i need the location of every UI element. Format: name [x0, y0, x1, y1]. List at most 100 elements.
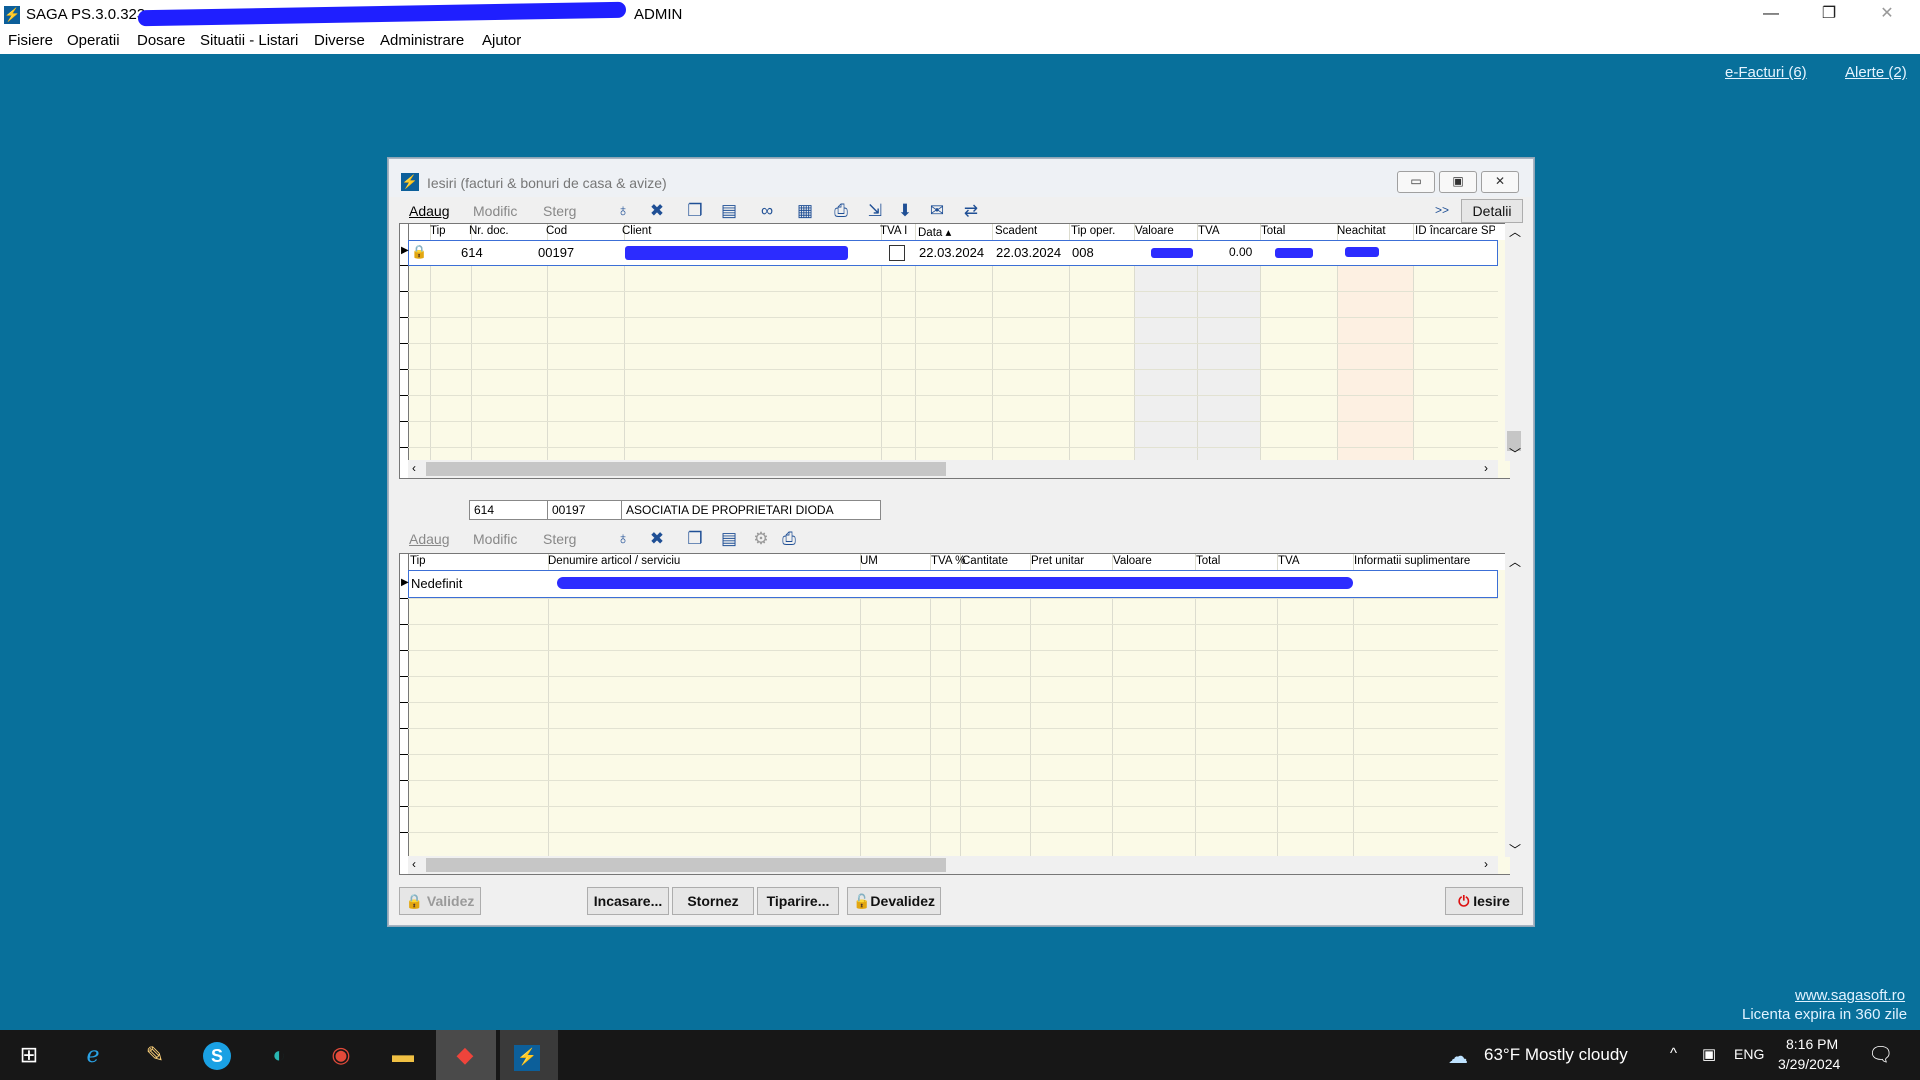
col-neachitat[interactable]: Neachitat: [1337, 225, 1386, 237]
col-client[interactable]: Client: [622, 225, 651, 237]
meet-icon[interactable]: ▣: [1702, 1045, 1716, 1063]
clock-date[interactable]: 3/29/2024: [1778, 1056, 1840, 1072]
restore-button[interactable]: ❐: [1800, 0, 1858, 30]
menu-diverse[interactable]: Diverse: [314, 32, 365, 49]
table-row[interactable]: ▶ Nedefinit: [401, 570, 1498, 598]
col2-tip[interactable]: Tip: [410, 555, 426, 567]
explorer-icon[interactable]: ▬: [384, 1036, 422, 1074]
tiparire-button[interactable]: Tiparire...: [757, 887, 839, 915]
more-button[interactable]: >>: [1435, 203, 1449, 217]
notification-icon[interactable]: 🗨: [1868, 1042, 1893, 1067]
menu-dosare[interactable]: Dosare: [137, 32, 185, 49]
col-valoare[interactable]: Valoare: [1135, 225, 1174, 237]
col2-cantitate[interactable]: Cantitate: [962, 555, 1008, 567]
dialog-maximize-button[interactable]: ▣: [1439, 171, 1477, 193]
adaug-button[interactable]: Adaug: [409, 203, 449, 219]
col-cod[interactable]: Cod: [546, 225, 567, 237]
dialog-close-button[interactable]: ✕: [1481, 171, 1519, 193]
download-icon[interactable]: ⬇: [895, 201, 915, 221]
menu-ajutor[interactable]: Ajutor: [482, 32, 521, 49]
find-icon[interactable]: ♁: [613, 201, 633, 221]
col-tva-i[interactable]: TVA I: [880, 225, 907, 237]
dialog-minimize-button[interactable]: ▭: [1397, 171, 1435, 193]
find-icon[interactable]: ♁: [613, 529, 633, 549]
col2-tva-pct[interactable]: TVA %: [931, 555, 965, 567]
sterg-button[interactable]: Sterg: [543, 203, 576, 219]
horizontal-scrollbar[interactable]: ‹ ›: [408, 460, 1498, 478]
language-indicator[interactable]: ENG: [1734, 1046, 1764, 1062]
detalii-button[interactable]: Detalii: [1461, 199, 1523, 223]
print-icon[interactable]: ⎙: [779, 529, 799, 549]
export-icon[interactable]: ⇲: [865, 201, 885, 221]
col2-denumire[interactable]: Denumire articol / serviciu: [548, 555, 680, 567]
validez-button[interactable]: 🔒 Validez: [399, 887, 481, 915]
modific-line-button[interactable]: Modific: [473, 531, 517, 547]
paste-icon[interactable]: ▤: [719, 201, 739, 221]
devalidez-button[interactable]: 🔓Devalidez: [847, 887, 941, 915]
start-icon[interactable]: ⊞: [10, 1036, 48, 1074]
stornez-button[interactable]: Stornez: [672, 887, 754, 915]
col-nr-doc[interactable]: Nr. doc.: [469, 225, 509, 237]
col2-info[interactable]: Informatii suplimentare: [1354, 555, 1470, 567]
formula-icon[interactable]: ⚙: [751, 529, 771, 549]
minimize-button[interactable]: —: [1742, 0, 1800, 30]
alerte-link[interactable]: Alerte (2): [1845, 64, 1907, 81]
col-data[interactable]: Data ▴: [918, 225, 951, 239]
vertical-scrollbar[interactable]: ︿ ﹀: [1505, 223, 1523, 461]
tva-i-checkbox[interactable]: [889, 245, 905, 261]
col2-valoare[interactable]: Valoare: [1113, 555, 1152, 567]
scrollbar-thumb[interactable]: [426, 462, 946, 476]
detail-cod: 00197: [547, 500, 623, 520]
clock-time[interactable]: 8:16 PM: [1786, 1036, 1838, 1052]
col-id-spv[interactable]: ID încarcare SPV: [1415, 225, 1495, 237]
col2-um[interactable]: UM: [860, 555, 878, 567]
edge-icon[interactable]: ◐: [260, 1036, 298, 1074]
adaug-line-button[interactable]: Adaug: [409, 531, 449, 547]
col-scadent[interactable]: Scadent: [995, 225, 1037, 237]
excel-icon[interactable]: ✖: [647, 529, 667, 549]
anydesk-icon[interactable]: ◆: [446, 1036, 484, 1074]
menu-fisiere[interactable]: Fisiere: [8, 32, 53, 49]
incasare-button[interactable]: Incasare...: [587, 887, 669, 915]
iesire-button[interactable]: ⏻ Iesire: [1445, 887, 1523, 915]
col2-total[interactable]: Total: [1196, 555, 1220, 567]
devalidez-label: Devalidez: [870, 893, 936, 909]
sterg-line-button[interactable]: Sterg: [543, 531, 576, 547]
saga-app-icon: ⚡: [4, 6, 21, 24]
print-icon[interactable]: ⎙: [831, 201, 851, 221]
chrome-icon[interactable]: ◉: [322, 1036, 360, 1074]
documents-grid: Tip Nr. doc. Cod Client TVA I Data ▴ Sca…: [399, 223, 1510, 479]
paste-icon[interactable]: ▤: [719, 529, 739, 549]
copy-icon[interactable]: ❐: [685, 201, 705, 221]
chevron-up-icon[interactable]: ^: [1670, 1045, 1677, 1062]
col-tip-oper[interactable]: Tip oper.: [1071, 225, 1115, 237]
weather-text[interactable]: 63°F Mostly cloudy: [1484, 1045, 1628, 1065]
col-tva[interactable]: TVA: [1198, 225, 1220, 237]
col-total[interactable]: Total: [1261, 225, 1285, 237]
sagasoft-link[interactable]: www.sagasoft.ro: [1795, 987, 1905, 1004]
copy-icon[interactable]: ❐: [685, 529, 705, 549]
table-row[interactable]: ▶ 🔒 614 00197 22.03.2024 22.03.2024 008 …: [401, 240, 1498, 266]
col2-tva[interactable]: TVA: [1278, 555, 1300, 567]
link-icon[interactable]: ∞: [757, 201, 777, 221]
excel-icon[interactable]: ✖: [647, 201, 667, 221]
efacturi-link[interactable]: e-Facturi (6): [1725, 64, 1807, 81]
mail-icon[interactable]: ✉: [927, 201, 947, 221]
menu-administrare[interactable]: Administrare: [380, 32, 464, 49]
col2-pret-unitar[interactable]: Pret unitar: [1031, 555, 1084, 567]
menu-operatii[interactable]: Operatii: [67, 32, 120, 49]
vertical-scrollbar[interactable]: ︿ ﹀: [1505, 553, 1523, 857]
saga-icon[interactable]: ⚡: [508, 1036, 546, 1074]
transfer-icon[interactable]: ⇄: [961, 201, 981, 221]
menu-situatii-listari[interactable]: Situatii - Listari: [200, 32, 298, 49]
modific-button[interactable]: Modific: [473, 203, 517, 219]
close-button[interactable]: ✕: [1858, 0, 1916, 30]
table-icon[interactable]: ▦: [795, 201, 815, 221]
horizontal-scrollbar[interactable]: ‹ ›: [408, 856, 1498, 874]
row-indicator-column: [400, 554, 409, 874]
col-tip[interactable]: Tip: [430, 225, 446, 237]
skype-icon[interactable]: S: [198, 1036, 236, 1074]
scrollbar-thumb[interactable]: [426, 858, 946, 872]
stylus-icon[interactable]: ✎: [136, 1036, 174, 1074]
ie-icon[interactable]: ℯ: [74, 1036, 112, 1074]
